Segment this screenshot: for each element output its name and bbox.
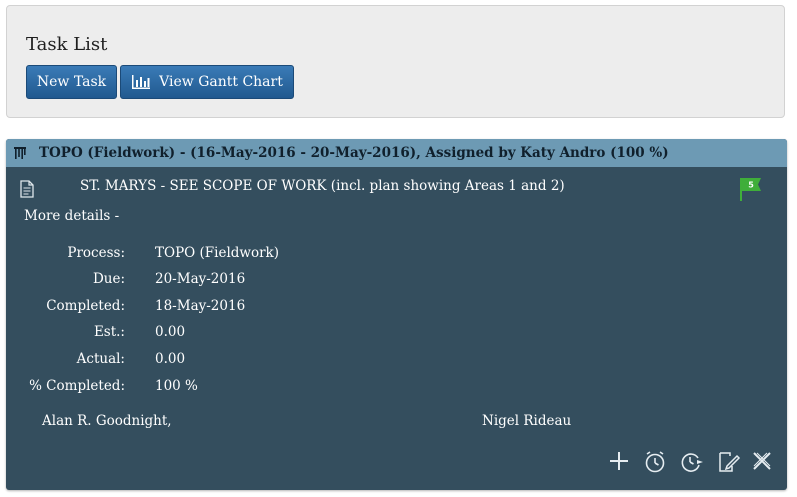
actual-value: 0.00 [155,351,186,367]
due-value: 20-May-2016 [155,271,246,287]
task-actions [6,450,787,476]
detail-row-due: Due: 20-May-2016 [6,271,406,291]
page-title: Task List [26,34,108,55]
est-label: Est.: [93,324,125,340]
priority-flag: 5 [739,176,763,206]
task-header[interactable]: TOPO (Fieldwork) - (16-May-2016 - 20-May… [6,139,787,167]
process-value: TOPO (Fieldwork) [155,245,279,261]
add-icon[interactable] [608,450,630,476]
clock-forward-icon[interactable] [679,450,705,478]
actual-label: Actual: [76,351,125,367]
assigner-name: Nigel Rideau [482,413,572,429]
detail-row-actual: Actual: 0.00 [6,351,406,371]
close-icon[interactable] [751,450,773,476]
more-details-toggle[interactable]: More details - [24,208,119,224]
task-type-icon [13,146,27,160]
percent-completed-value: 100 % [155,378,198,394]
detail-row-completed: Completed: 18-May-2016 [6,298,406,318]
task-card: TOPO (Fieldwork) - (16-May-2016 - 20-May… [6,139,787,490]
assignee-name: Alan R. Goodnight, [42,413,172,429]
est-value: 0.00 [155,324,186,340]
clock-icon[interactable] [643,450,667,478]
bar-chart-icon [132,75,151,89]
detail-row-process: Process: TOPO (Fieldwork) [6,245,406,265]
completed-label: Completed: [46,298,125,314]
percent-completed-label: % Completed: [29,378,125,394]
task-header-text: TOPO (Fieldwork) - (16-May-2016 - 20-May… [39,145,669,161]
due-label: Due: [92,271,125,287]
task-list-panel: Task List New Task View Gantt Chart [6,5,785,118]
document-icon [20,180,34,202]
completed-value: 18-May-2016 [155,298,246,314]
view-gantt-chart-button[interactable]: View Gantt Chart [120,65,294,99]
flag-count: 5 [748,181,754,190]
task-description: ST. MARYS - SEE SCOPE OF WORK (incl. pla… [80,178,565,194]
edit-icon[interactable] [717,450,741,478]
process-label: Process: [67,245,125,261]
new-task-button[interactable]: New Task [26,65,117,99]
detail-row-est: Est.: 0.00 [6,324,406,344]
detail-row-percent-completed: % Completed: 100 % [6,378,406,398]
gantt-button-label: View Gantt Chart [159,74,283,90]
